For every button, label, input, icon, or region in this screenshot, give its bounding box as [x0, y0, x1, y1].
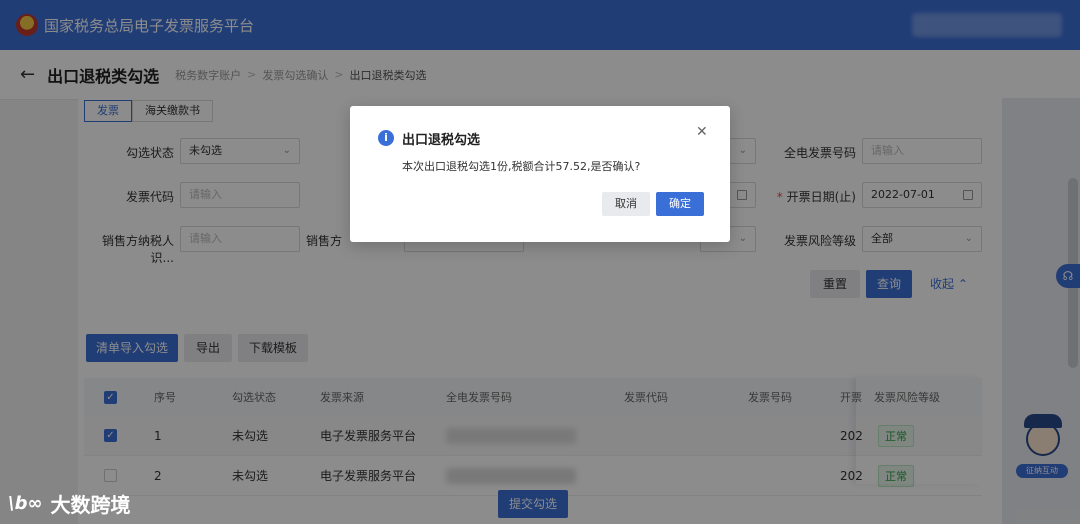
cancel-button[interactable]: 取消: [602, 192, 650, 216]
watermark: \b∞ 大数跨境: [8, 486, 130, 520]
info-icon: i: [378, 130, 394, 146]
dialog-title: 出口退税勾选: [402, 133, 481, 148]
modal-overlay[interactable]: [0, 0, 1080, 524]
watermark-logo: \b∞: [8, 492, 43, 514]
confirm-dialog: i 出口退税勾选 ✕ 本次出口退税勾选1份,税额合计57.52,是否确认? 取消…: [350, 106, 730, 242]
confirm-button[interactable]: 确定: [656, 192, 704, 216]
watermark-text: 大数跨境: [50, 492, 131, 517]
close-icon[interactable]: ✕: [696, 124, 708, 140]
dialog-message: 本次出口退税勾选1份,税额合计57.52,是否确认?: [402, 160, 641, 173]
